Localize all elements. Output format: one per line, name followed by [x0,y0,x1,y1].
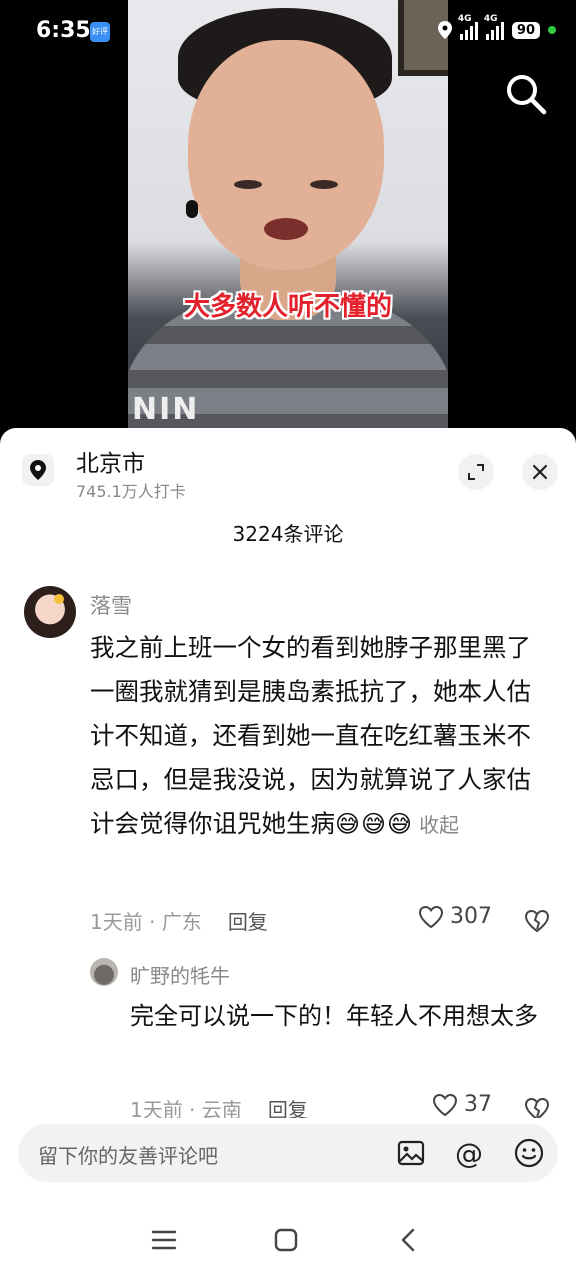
left-eye [234,180,262,189]
broken-heart-icon[interactable] [524,908,550,934]
location-icon[interactable] [22,454,54,486]
comment-text: 我之前上班一个女的看到她脖子那里黑了一圈我就猜到是胰岛素抵抗了，她本人估计不知道… [90,626,552,847]
menu-icon [151,1230,177,1250]
app-badge-icon: 好评 [90,22,110,42]
comment-input-area: 留下你的友善评论吧 @ [0,1118,576,1206]
emoji-icon [514,1138,544,1168]
video-frame: NIN 大多数人听不懂的 [128,0,448,440]
back-button[interactable] [388,1220,428,1260]
like-button[interactable]: 307 [418,904,492,929]
comment-sheet: 北京市 745.1万人打卡 3224条评论 落雪 我之前上班一个女的看到她脖子那… [0,428,576,1280]
like-count: 307 [450,904,492,929]
comment-time: 1天前 · 广东 [90,906,202,935]
location-checkins: 745.1万人打卡 [76,482,186,501]
signal-icon: 4G [484,14,504,40]
sweater-text: NIN [132,392,200,427]
expand-button[interactable] [458,454,494,490]
recent-apps-button[interactable] [144,1220,184,1260]
system-nav-bar [0,1206,576,1280]
comment-region: · 广东 [149,910,202,934]
right-eye [310,180,338,189]
close-button[interactable] [522,454,558,490]
status-time: 6:35 [36,18,91,43]
location-pin-icon [437,21,452,39]
at-icon[interactable]: @ [452,1136,486,1170]
close-icon [532,464,548,480]
battery-icon: 90 [511,21,540,39]
comment-input[interactable]: 留下你的友善评论吧 @ [18,1124,558,1182]
comment-body: 我之前上班一个女的看到她脖子那里黑了一圈我就猜到是胰岛素抵抗了，她本人估计不知道… [90,633,531,838]
image-button[interactable] [394,1136,428,1170]
face [188,40,384,270]
network-label: 4G [457,14,472,24]
reply-username[interactable]: 旷野的牦牛 [130,960,230,989]
comment-count: 3224条评论 [232,522,344,546]
back-icon [401,1228,415,1252]
like-count: 37 [464,1092,492,1117]
video-player[interactable]: NIN 大多数人听不懂的 [0,0,576,440]
avatar[interactable] [90,958,118,986]
status-bar: 6:35 好评 4G 4G 90 [0,0,576,64]
comment-meta: 1天前 · 广东 回复 [90,906,268,935]
location-pin-icon [30,460,46,480]
reply-text: 完全可以说一下的！年轻人不用想太多 [130,1002,538,1030]
comment-time-text: 1天前 [90,910,143,934]
search-icon[interactable] [504,72,548,116]
emoji-button[interactable] [512,1136,546,1170]
heart-icon [418,905,444,928]
image-icon [397,1140,425,1166]
signal-icon: 4G [458,14,478,40]
comment-input-placeholder[interactable]: 留下你的友善评论吧 [38,1140,218,1169]
emoji-grin-sweat-icon: 😅😅😅 [335,810,414,838]
heart-icon [432,1093,458,1116]
home-button[interactable] [266,1220,306,1260]
earbud [186,200,198,218]
expand-icon [468,464,484,480]
status-dot [548,26,556,34]
comment-username[interactable]: 落雪 [90,590,132,620]
location-title[interactable]: 北京市 [76,444,145,478]
mouth [264,218,308,240]
video-subtitle: 大多数人听不懂的 [183,292,392,322]
reply-button[interactable]: 回复 [228,906,268,935]
network-label: 4G [483,14,498,24]
home-icon [274,1228,298,1252]
like-button[interactable]: 37 [432,1092,492,1117]
status-icons: 4G 4G 90 [437,14,556,40]
collapse-button[interactable]: 收起 [419,813,459,837]
avatar[interactable] [24,586,76,638]
